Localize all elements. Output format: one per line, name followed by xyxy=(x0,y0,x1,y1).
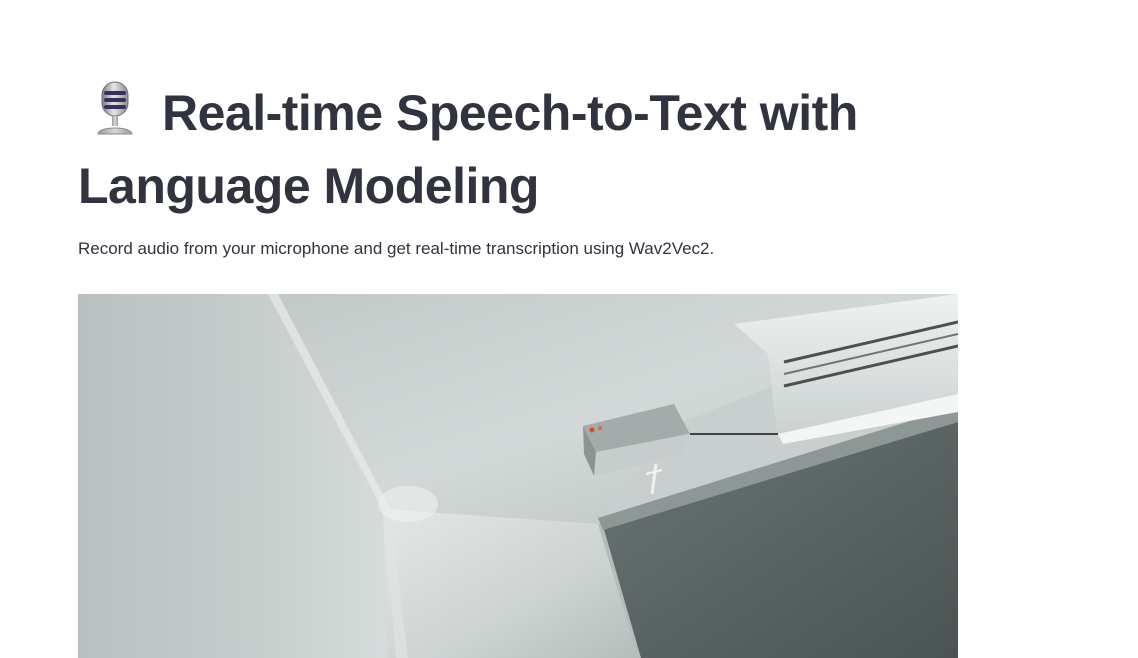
webcam-image xyxy=(78,294,958,658)
page-title-text: Real-time Speech-to-Text with Language M… xyxy=(78,85,858,214)
microphone-icon xyxy=(94,80,136,153)
page-subtitle: Record audio from your microphone and ge… xyxy=(78,239,715,258)
webcam-video-frame xyxy=(78,294,958,658)
page-title: Real-time Speech-to-Text with Language M… xyxy=(78,80,958,220)
